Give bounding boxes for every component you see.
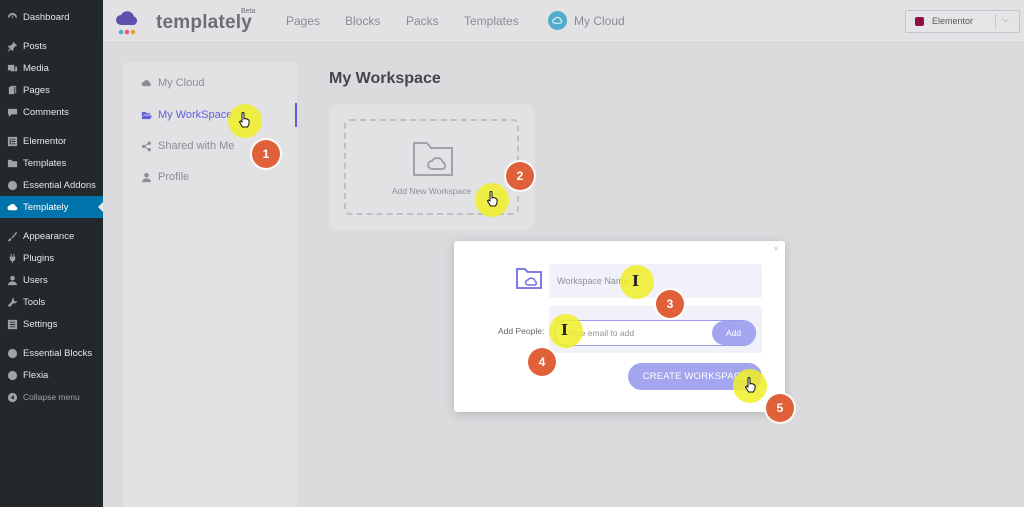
step-badge-4: 4 xyxy=(528,348,556,376)
wp-menu-settings[interactable]: Settings xyxy=(0,313,103,335)
add-email-button[interactable]: Add xyxy=(712,321,755,345)
wp-menu-templates[interactable]: Templates xyxy=(0,152,103,174)
dashboard-icon xyxy=(6,11,18,23)
step-badge-3: 3 xyxy=(656,290,684,318)
wp-menu-plugins[interactable]: Plugins xyxy=(0,247,103,269)
text-cursor-icon: I xyxy=(561,321,569,339)
hand-pointer-icon xyxy=(486,191,498,207)
hand-pointer-icon xyxy=(238,112,250,128)
workspace-name-input[interactable] xyxy=(549,264,762,298)
wp-menu-label: Comments xyxy=(23,106,69,118)
wp-menu-label: Templates xyxy=(23,157,67,169)
wp-menu-label: Settings xyxy=(23,318,58,330)
elementor-icon xyxy=(6,135,18,147)
wp-menu-label: Posts xyxy=(23,40,47,52)
wp-menu-label: Elementor xyxy=(23,135,67,147)
step-badge-5: 5 xyxy=(766,394,794,422)
wrench-icon xyxy=(6,296,18,308)
wp-menu-label: Essential Addons xyxy=(23,179,96,191)
step-badge-2: 2 xyxy=(506,162,534,190)
wp-menu-tools[interactable]: Tools xyxy=(0,291,103,313)
wp-menu-label: Plugins xyxy=(23,252,55,264)
add-people-label: Add People: xyxy=(498,326,545,336)
wp-menu-label: Templately xyxy=(23,201,69,213)
workspace-name-field-wrapper xyxy=(549,264,762,298)
wp-menu-elementor[interactable]: Elementor xyxy=(0,130,103,152)
wp-menu-label: Users xyxy=(23,274,48,286)
wp-menu-label: Collapse menu xyxy=(23,392,80,402)
wp-menu-label: Dashboard xyxy=(23,11,70,23)
collapse-icon xyxy=(6,391,18,403)
comment-icon xyxy=(6,106,18,118)
wp-menu-label: Tools xyxy=(23,296,46,308)
wp-menu-templately[interactable]: Templately xyxy=(0,196,103,218)
wp-menu-label: Appearance xyxy=(23,230,75,242)
wp-menu-pages[interactable]: Pages xyxy=(0,79,103,101)
ea-icon xyxy=(6,179,18,191)
settings-icon xyxy=(6,318,18,330)
wp-menu-essential-addons[interactable]: Essential Addons xyxy=(0,174,103,196)
text-cursor-icon: I xyxy=(632,272,640,290)
media-icon xyxy=(6,62,18,74)
wp-admin-sidebar: Dashboard Posts Media Pages Comments Ele… xyxy=(0,0,103,507)
wp-menu-essential-blocks[interactable]: Essential Blocks xyxy=(0,342,103,364)
user-icon xyxy=(6,274,18,286)
step-badge-1: 1 xyxy=(252,140,280,168)
folder-cloud-icon xyxy=(516,268,542,289)
wp-collapse-menu[interactable]: Collapse menu xyxy=(0,386,103,408)
wp-menu-label: Pages xyxy=(23,84,50,96)
wp-menu-flexia[interactable]: Flexia xyxy=(0,364,103,386)
wp-menu-label: Media xyxy=(23,62,49,74)
flexia-icon xyxy=(6,369,18,381)
wp-menu-media[interactable]: Media xyxy=(0,57,103,79)
brush-icon xyxy=(6,230,18,242)
wp-menu-posts[interactable]: Posts xyxy=(0,35,103,57)
wp-menu-dashboard[interactable]: Dashboard xyxy=(0,6,103,28)
eb-icon xyxy=(6,347,18,359)
templately-icon xyxy=(6,201,18,213)
folder-icon xyxy=(6,157,18,169)
pin-icon xyxy=(6,40,18,52)
wp-menu-users[interactable]: Users xyxy=(0,269,103,291)
pages-icon xyxy=(6,84,18,96)
wp-menu-label: Flexia xyxy=(23,369,49,381)
wp-menu-label: Essential Blocks xyxy=(23,347,93,359)
plug-icon xyxy=(6,252,18,264)
wp-menu-appearance[interactable]: Appearance xyxy=(0,225,103,247)
wp-menu-comments[interactable]: Comments xyxy=(0,101,103,123)
hand-pointer-icon xyxy=(744,377,756,393)
close-icon[interactable]: × xyxy=(773,244,779,255)
